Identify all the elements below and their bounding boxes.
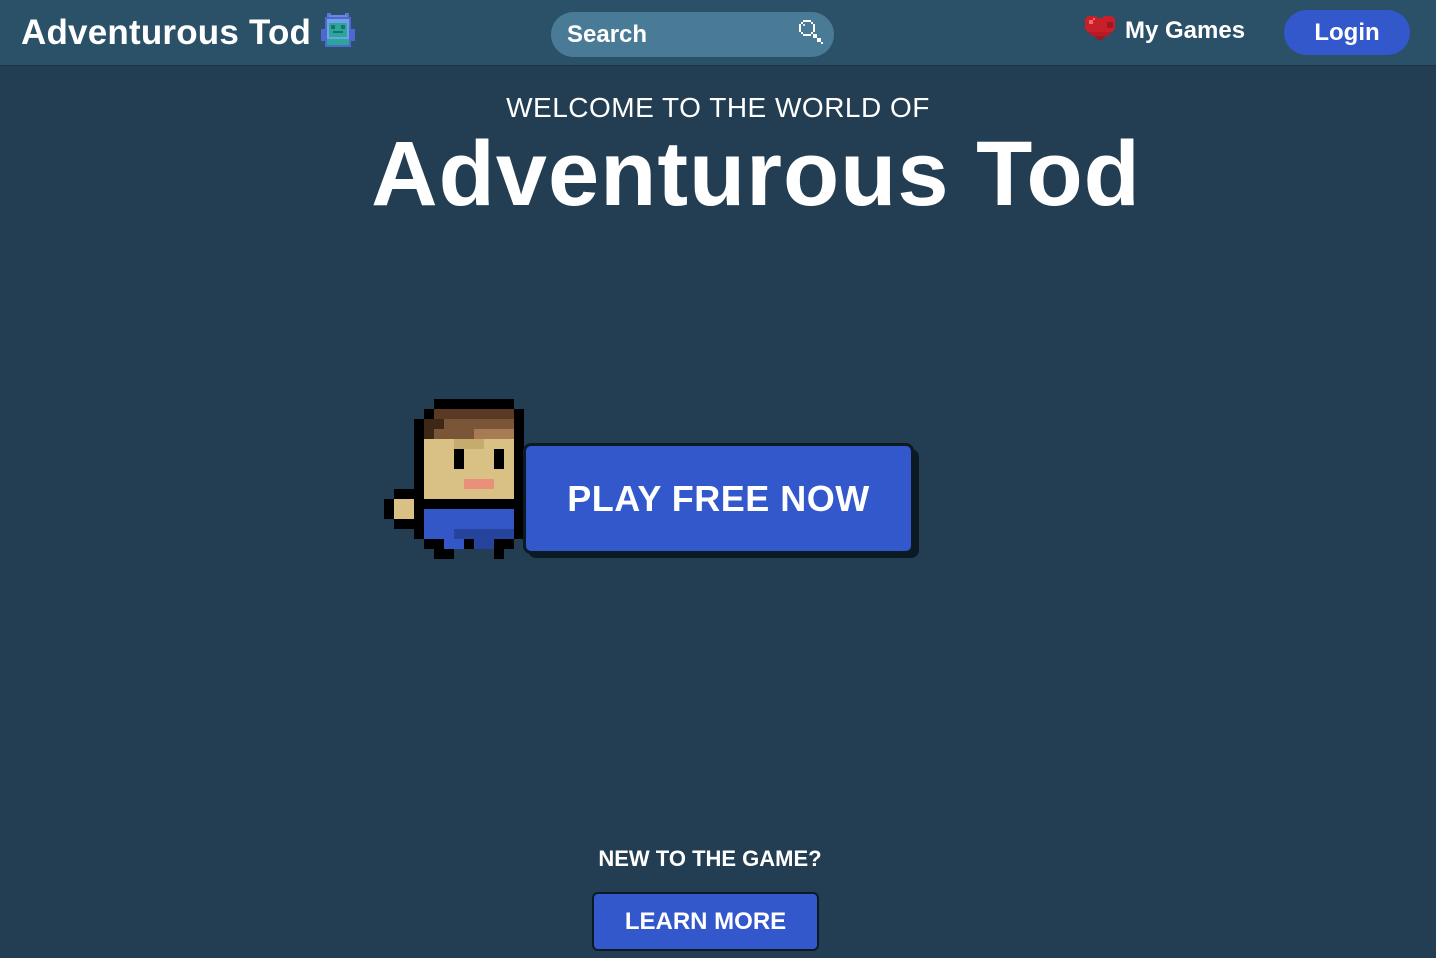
page: Adventurous Tod Search My Games Login WE… — [0, 0, 1436, 958]
welcome-heading: WELCOME TO THE WORLD OF — [506, 92, 930, 123]
search-bar — [551, 12, 834, 57]
top-navigation-bar: Adventurous Tod Search My Games Login — [0, 0, 1436, 66]
pixel-character-icon — [384, 399, 544, 564]
brand-logo-link[interactable]: Adventurous Tod — [21, 12, 356, 54]
my-games-label: My Games — [1125, 17, 1246, 44]
new-to-game-label: NEW TO THE GAME? — [598, 846, 822, 871]
search-input[interactable] — [567, 12, 797, 57]
heart-icon — [1085, 15, 1115, 47]
play-free-now-button[interactable]: PLAY FREE NOW — [523, 443, 914, 554]
login-button[interactable]: Login — [1284, 10, 1410, 55]
learn-more-button[interactable]: LEARN MORE — [592, 892, 819, 951]
brand-name: Adventurous Tod — [21, 13, 312, 52]
magnifier-icon[interactable] — [799, 20, 823, 49]
hero-title: Adventurous Tod — [371, 123, 1141, 225]
my-games-link[interactable]: My Games — [1085, 14, 1245, 48]
backpack-icon — [321, 12, 356, 54]
